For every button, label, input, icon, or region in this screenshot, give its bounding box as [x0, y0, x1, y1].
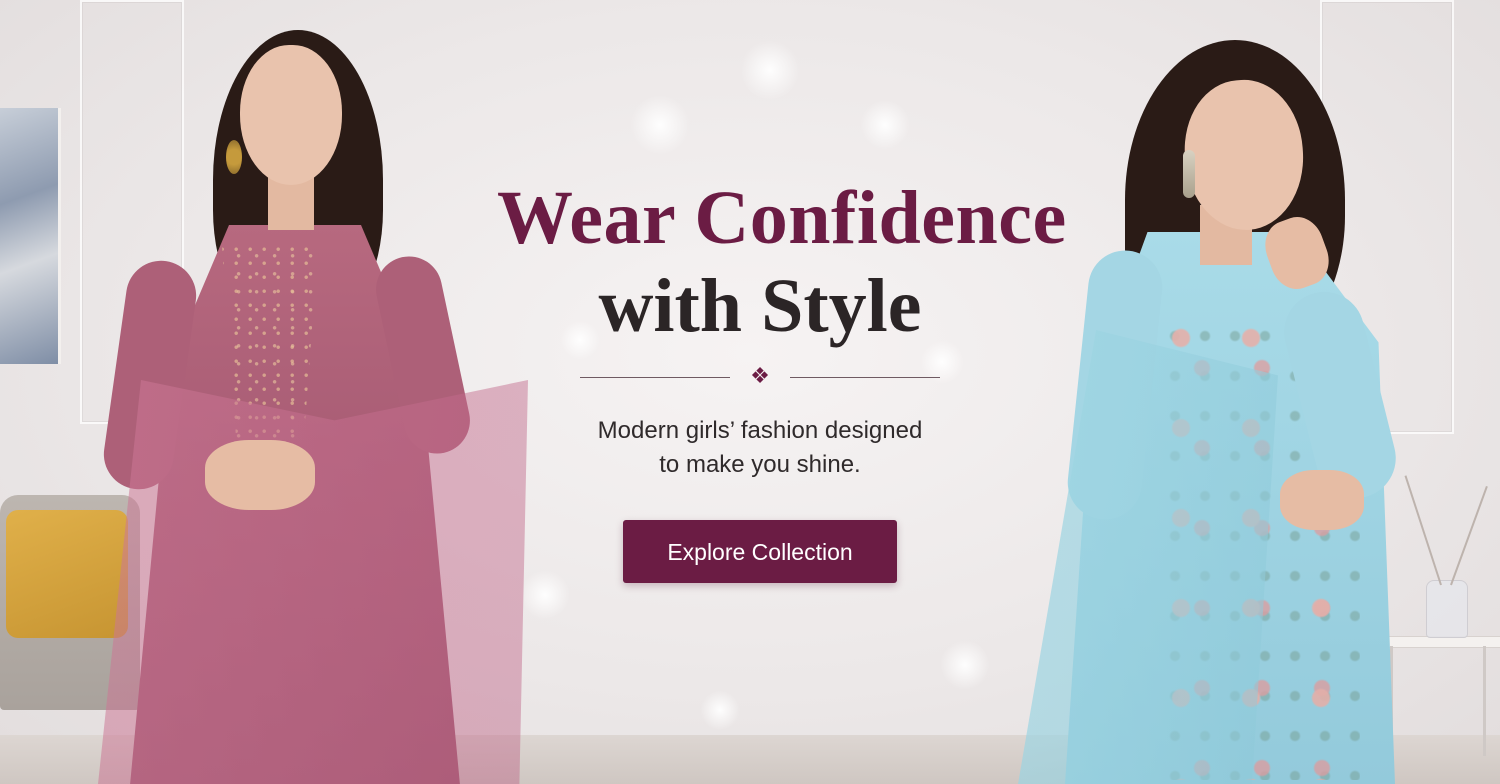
- bokeh-sparkle: [740, 40, 800, 100]
- divider-line-right: [790, 377, 940, 378]
- divider-line-left: [580, 377, 730, 378]
- subtext-line-2: to make you shine.: [659, 451, 861, 478]
- bokeh-sparkle: [940, 640, 990, 690]
- subtext-line-1: Modern girls’ fashion designed: [597, 417, 923, 444]
- fleur-ornament-icon: ❖: [750, 364, 770, 389]
- explore-collection-button[interactable]: Explore Collection: [623, 520, 897, 583]
- bokeh-sparkle: [630, 95, 690, 155]
- side-table: [1378, 636, 1500, 756]
- branch: [1404, 475, 1442, 586]
- bokeh-sparkle: [700, 690, 740, 730]
- hero-banner: Wear Confidence with Style ❖ Modern girl…: [0, 0, 1500, 784]
- wall-painting: [0, 108, 61, 364]
- branch: [1450, 485, 1488, 586]
- hero-content: Wear Confidence with Style ❖ Modern girl…: [497, 176, 1067, 583]
- hero-subtext: Modern girls’ fashion designed to make y…: [500, 414, 1020, 482]
- headline-line-2: with Style: [598, 264, 922, 348]
- bokeh-sparkle: [860, 100, 910, 150]
- ornamental-divider: ❖: [580, 364, 940, 389]
- yellow-cushion: [6, 510, 128, 638]
- vase: [1426, 580, 1468, 638]
- headline-line-1: Wear Confidence: [497, 176, 1067, 260]
